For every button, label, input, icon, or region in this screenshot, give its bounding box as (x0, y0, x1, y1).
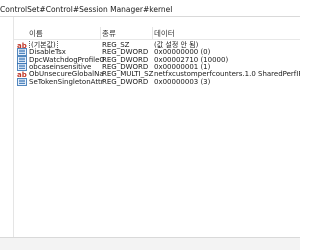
column-header-name[interactable]: 이름 (29, 28, 43, 39)
value-name: SeTokenSingletonAttribute... (29, 78, 104, 86)
column-divider[interactable] (152, 27, 153, 39)
column-header-type[interactable]: 종류 (102, 28, 116, 39)
binary-value-icon (17, 77, 27, 86)
values-list[interactable]: 이름 종류 데이터 ab (기본값) REG_SZ (값 설정 안 됨) Disable… (14, 17, 300, 237)
column-divider[interactable] (100, 27, 101, 39)
value-data: 0x00000003 (3) (154, 77, 211, 86)
address-path: ControlSet#Control#Session Manager#kerne… (0, 5, 173, 14)
key-tree-pane[interactable] (0, 17, 14, 237)
address-bar[interactable]: ControlSet#Control#Session Manager#kerne… (0, 0, 300, 17)
value-type: REG_DWORD (102, 77, 149, 86)
column-header-data[interactable]: 데이터 (154, 28, 175, 39)
status-bar (0, 237, 300, 250)
column-header-row: 이름 종류 데이터 (14, 27, 300, 40)
value-name-text: SeTokenSingletonAttribute... (29, 77, 104, 86)
value-row[interactable]: SeTokenSingletonAttribute...REG_DWORD 0x0… (14, 78, 300, 86)
